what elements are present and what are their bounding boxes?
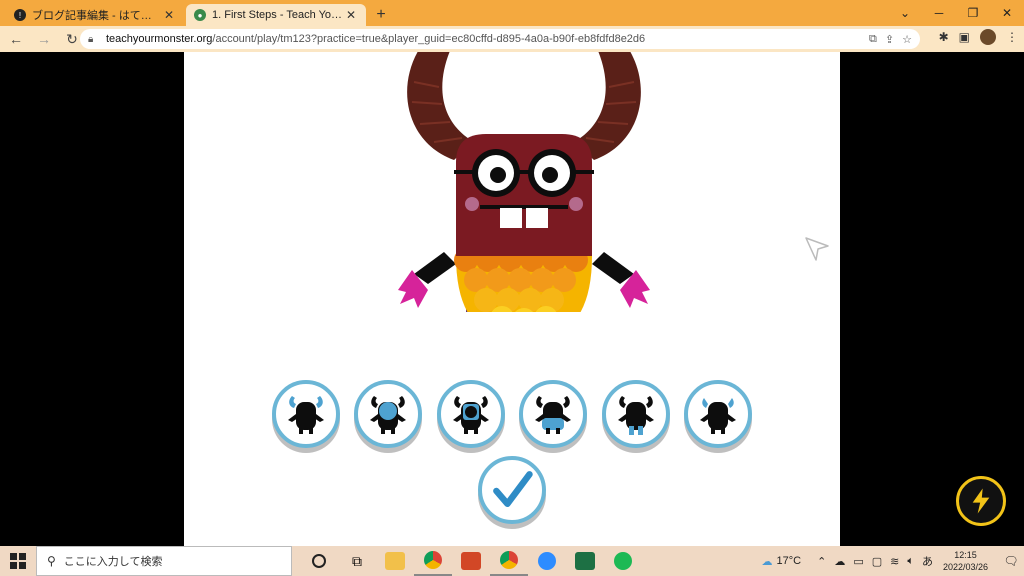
choice-horns-button[interactable] [272,380,340,448]
choice-legs-button[interactable] [601,380,670,448]
cortana-circle-icon [312,554,326,568]
powerpoint-button[interactable] [452,546,490,576]
menu-icon[interactable]: ⋮ [1006,30,1018,44]
window-controls: ⌄ ─ ❐ ✕ [888,0,1024,26]
zoom-icon [538,552,556,570]
clock[interactable]: 12:15 2022/03/26 [943,549,988,573]
tab-title: ブログ記事編集 - はてなブログ [32,10,162,22]
forward-icon[interactable]: → [32,27,56,51]
browser-toolbar: ← → ↻ 🔒︎ teachyourmonster.org/account/pl… [0,26,1024,52]
choice-ears-button[interactable] [683,380,752,448]
chrome-taskbar-button[interactable] [414,546,452,576]
start-button[interactable] [0,546,36,576]
minimize-icon[interactable]: ─ [922,0,956,26]
monster-character [384,52,664,342]
clock-date: 2022/03/26 [942,562,988,572]
monster-silhouette-horns-icon [288,396,324,434]
device-icon[interactable]: ▢ [872,555,882,568]
toolbar-right: ✱ ▣ ⋮ [939,29,1018,45]
chrome-icon [424,551,442,569]
mouse-pointer-icon [805,237,829,261]
extensions-icon[interactable]: ✱ [939,30,949,44]
close-tab-icon[interactable]: ✕ [344,8,358,22]
excel-button[interactable] [566,546,604,576]
profile-avatar[interactable] [980,29,996,45]
part-choices [272,380,752,450]
monster-silhouette-head-icon [370,396,407,434]
check-icon [493,471,533,508]
tab-hatena-blog[interactable]: ! ブログ記事編集 - はてなブログ ✕ [6,4,184,26]
tab-teach-your-monster[interactable]: ● 1. First Steps - Teach Your Monster ✕ [186,4,366,26]
choice-head-button[interactable] [354,380,423,448]
wifi-icon[interactable]: ≋ [890,555,899,568]
translate-icon[interactable]: ⧉ [869,33,877,46]
monster-silhouette-body-icon [535,396,572,434]
spotify-button[interactable] [604,546,642,576]
close-window-icon[interactable]: ✕ [990,0,1024,26]
monster-favicon-icon: ● [194,9,206,21]
task-view-button[interactable]: ⧉ [338,546,376,576]
back-icon[interactable]: ← [4,27,28,51]
chevron-up-icon[interactable]: ⌃ [817,555,826,568]
system-tray: ☁ 17°C ⌃ ☁ ▭ ▢ ≋ 🔈︎ あ 12:15 2022/03/26 🗨… [762,546,1024,576]
powerpoint-icon [461,552,481,570]
ime-indicator[interactable]: あ [922,553,933,569]
page-viewport [0,52,1024,546]
address-bar[interactable]: 🔒︎ teachyourmonster.org/account/play/tm1… [80,29,920,49]
chrome-profile-icon [500,551,518,569]
task-view-icon: ⧉ [352,552,362,569]
confirm-button[interactable] [478,456,546,524]
lightning-bolt-icon [972,488,990,514]
choice-body-button[interactable] [519,380,588,448]
search-placeholder: ここに入力して検索 [63,556,163,568]
battery-icon[interactable]: ▭ [853,555,863,568]
temperature: 17°C [776,555,802,567]
weather-cloud-icon: ☁ [761,555,773,568]
clock-time: 12:15 [954,550,977,560]
speaker-icon[interactable]: 🔈︎ [907,555,914,568]
spotify-icon [614,552,632,570]
game-stage[interactable] [184,52,840,546]
monster-silhouette-eyes-icon [452,396,489,434]
url-text[interactable]: teachyourmonster.org/account/play/tm123?… [106,33,869,45]
chrome-profile-button[interactable] [490,546,528,576]
close-tab-icon[interactable]: ✕ [162,8,176,22]
monster-silhouette-legs-icon [617,396,654,435]
bookmark-star-icon[interactable]: ☆ [902,33,912,46]
taskbar-apps: ⧉ [300,546,642,576]
folder-icon [385,552,405,570]
taskbar-search[interactable]: ⚲ ここに入力して検索 [36,546,292,576]
onedrive-icon[interactable]: ☁ [834,555,845,568]
new-tab-button[interactable]: + [370,4,392,26]
cortana-button[interactable] [300,546,338,576]
restore-icon[interactable]: ❐ [956,0,990,26]
browser-titlebar: ! ブログ記事編集 - はてなブログ ✕ ● 1. First Steps - … [0,0,1024,26]
file-explorer-button[interactable] [376,546,414,576]
side-panel-icon[interactable]: ▣ [959,30,970,44]
search-icon: ⚲ [47,554,56,568]
hatena-favicon-icon: ! [14,9,26,21]
lock-icon[interactable]: 🔒︎ [88,34,100,45]
windows-logo-icon [10,553,26,569]
windows-taskbar: ⚲ ここに入力して検索 ⧉ ☁ 17°C ⌃ ☁ ▭ ▢ ≋ 🔈︎ あ 12:1… [0,546,1024,576]
zoom-button[interactable] [528,546,566,576]
monster-illustration [398,52,650,342]
notification-icon[interactable]: 🗨︎ [998,554,1024,568]
lightning-button[interactable] [956,476,1006,526]
share-icon[interactable]: ⇪ [885,33,894,46]
tab-search-icon[interactable]: ⌄ [888,0,922,26]
excel-icon [575,552,595,570]
weather-widget[interactable]: ☁ 17°C [762,555,802,568]
tab-title: 1. First Steps - Teach Your Monster [212,9,344,21]
monster-silhouette-ears-icon [699,398,736,434]
choice-eyes-button[interactable] [436,380,505,448]
